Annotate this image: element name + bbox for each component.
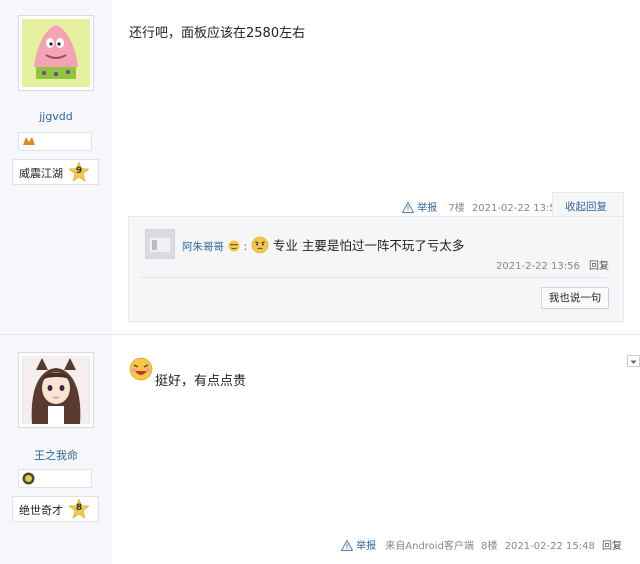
medal-icon[interactable] bbox=[22, 135, 36, 147]
post-2-report-link[interactable]: 举报 bbox=[356, 541, 376, 552]
post-2-medal-box bbox=[18, 469, 92, 488]
reply-author-emoji-icon bbox=[228, 240, 240, 255]
reply-line: 阿朱哥哥 : 专业 主要是怕过一阵不玩了亏太多 bbox=[182, 235, 464, 257]
post-1-content: 还行吧，面板应该在2580左右 bbox=[129, 26, 306, 41]
reply-avatar[interactable] bbox=[145, 229, 175, 259]
post-2-rank-title: 绝世奇才 bbox=[19, 504, 63, 517]
laughing-emoji-icon bbox=[129, 357, 153, 381]
post-2-timestamp: 2021-02-22 15:48 bbox=[504, 541, 595, 552]
dropdown-triangle-icon[interactable] bbox=[627, 355, 640, 367]
reply-timestamp: 2021-2-22 13:56 bbox=[496, 261, 580, 272]
post-1-username[interactable]: jjgvdd bbox=[0, 110, 112, 123]
anime-girl-avatar-image bbox=[22, 356, 90, 424]
star-badge-icon: 8 bbox=[68, 498, 90, 519]
reply-text: 专业 主要是怕过一阵不玩了亏太多 bbox=[272, 238, 465, 253]
reply-separator: : bbox=[243, 241, 248, 253]
post-2-client-link[interactable]: 来自Android客户端 bbox=[385, 541, 474, 552]
post-2-reply-link[interactable]: 回复 bbox=[602, 541, 622, 552]
post-1-floor: 7楼 bbox=[448, 203, 465, 214]
post-1-meta: 举报 7楼 2021-02-22 13:52 bbox=[401, 199, 563, 216]
post-2-username[interactable]: 王之我命 bbox=[0, 447, 112, 463]
thinking-emoji-icon bbox=[251, 236, 269, 257]
star-badge-icon: 9 bbox=[68, 161, 90, 182]
post-1-collapse-reply[interactable]: 收起回复 bbox=[565, 199, 607, 214]
post-1-rank-box: 威震江湖 9 bbox=[12, 159, 99, 185]
reply-reply-link[interactable]: 回复 bbox=[589, 261, 609, 272]
post-2-avatar[interactable] bbox=[18, 352, 94, 428]
post-1-avatar[interactable] bbox=[18, 15, 94, 91]
reply-meta: 2021-2-22 13:56 回复 bbox=[496, 257, 609, 272]
patrick-avatar-image bbox=[22, 19, 90, 87]
reply-divider bbox=[141, 277, 607, 278]
post-1-report-link[interactable]: 举报 bbox=[417, 203, 437, 214]
post-1-medal-box bbox=[18, 132, 92, 151]
post-2-meta: 举报 来自Android客户端 8楼 2021-02-22 15:48 回复 bbox=[340, 537, 622, 554]
post-1-rank-level: 9 bbox=[75, 166, 83, 176]
post-2-rank-box: 绝世奇才 8 bbox=[12, 496, 99, 522]
comment-button[interactable]: 我也说一句 bbox=[541, 287, 609, 309]
post-1-collapse-tab[interactable]: 收起回复 bbox=[552, 192, 624, 217]
post-2-floor: 8楼 bbox=[481, 541, 498, 552]
post-1-timestamp: 2021-02-22 13:52 bbox=[471, 203, 563, 214]
post-2-content: 挺好，有点点贵 bbox=[155, 374, 247, 389]
warning-triangle-icon[interactable] bbox=[401, 201, 415, 216]
post-1-reply-panel: 阿朱哥哥 : 专业 主要是怕过一阵不玩了亏太多 2021-2-22 13:56 … bbox=[128, 216, 624, 322]
post-1-rank-title: 威震江湖 bbox=[19, 167, 63, 180]
warning-triangle-icon[interactable] bbox=[340, 539, 354, 554]
post-2-rank-level: 8 bbox=[75, 503, 83, 513]
reply-author[interactable]: 阿朱哥哥 bbox=[182, 241, 224, 253]
medal-icon[interactable] bbox=[22, 472, 35, 485]
